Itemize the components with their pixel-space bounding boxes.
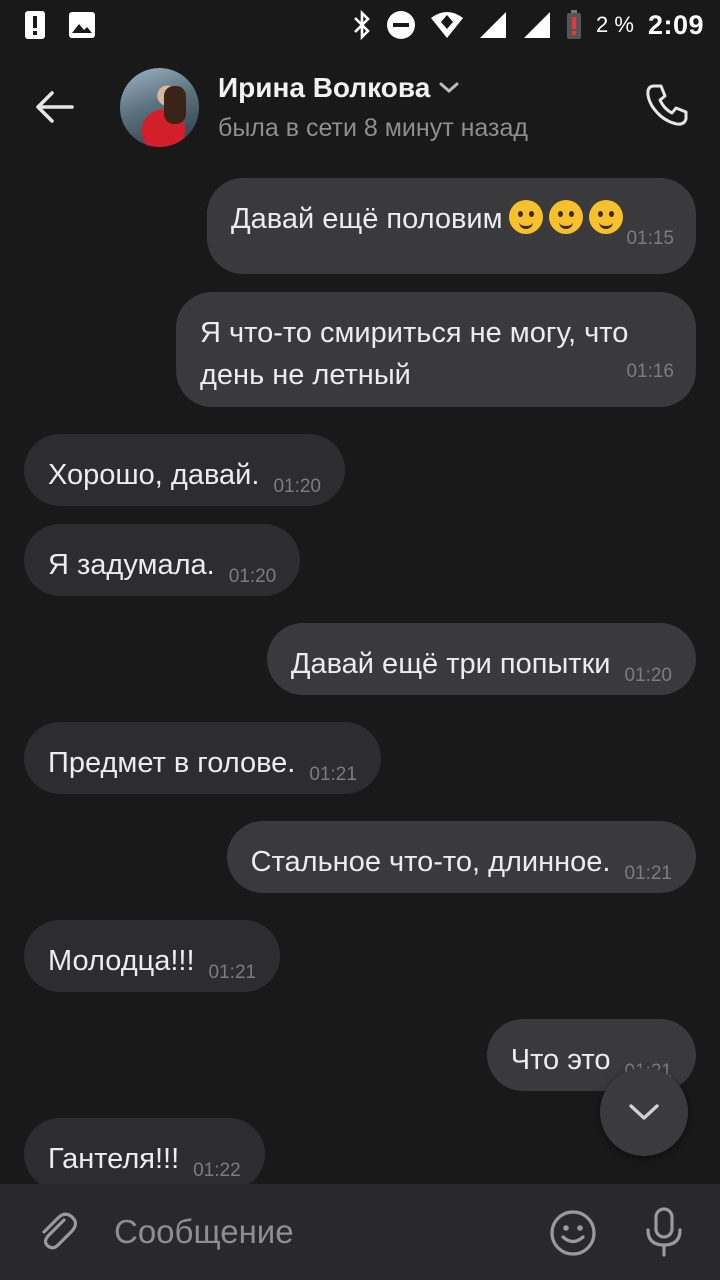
message-bubble-incoming[interactable]: Хорошо, давай. 01:20 — [24, 434, 345, 506]
chat-header: Ирина Волкова была в сети 8 минут назад — [0, 56, 720, 162]
battery-percent: 2 % — [596, 12, 634, 37]
message-text: Давай ещё три попытки — [290, 648, 611, 680]
microphone-icon[interactable] — [640, 1206, 688, 1258]
avatar[interactable] — [120, 68, 199, 147]
message-time: 01:20 — [624, 665, 672, 686]
message-text: Гантеля!!! — [48, 1143, 180, 1175]
message-bubble-outgoing[interactable]: Давай ещё половим 01:15 — [207, 178, 696, 274]
image-icon — [69, 12, 95, 38]
message-time: 01:20 — [228, 566, 277, 587]
battery-low-icon — [567, 10, 582, 39]
thinking-face-icon — [548, 200, 583, 234]
clock: 2:09 — [647, 9, 704, 40]
chevron-down-icon — [629, 1104, 659, 1120]
message-input[interactable] — [114, 1206, 514, 1258]
smiley-icon[interactable] — [548, 1208, 598, 1258]
message-bubble-outgoing[interactable]: Я что-то смириться не могу, что день не … — [176, 292, 696, 407]
message-list[interactable]: Давай ещё половим 01:15 Я что-то смирить… — [0, 176, 720, 1184]
dnd-icon — [387, 11, 416, 39]
message-text: Я задумала. — [48, 549, 215, 581]
wifi-icon — [431, 12, 464, 38]
message-text: Давай ещё половим — [231, 203, 503, 235]
paperclip-icon[interactable] — [34, 1208, 82, 1256]
message-time: 01:20 — [273, 476, 321, 497]
chevron-down-icon[interactable] — [438, 81, 460, 95]
message-time: 01:21 — [309, 764, 357, 785]
back-arrow-icon[interactable] — [30, 82, 80, 132]
message-text: Молодца!!! — [48, 945, 195, 977]
message-bubble-incoming[interactable]: Гантеля!!! 01:22 — [24, 1118, 265, 1184]
message-text: Что это — [510, 1044, 611, 1076]
signal-icon — [480, 12, 507, 38]
upside-down-face-icon — [508, 200, 543, 234]
last-seen-status: была в сети 8 минут назад — [218, 114, 528, 142]
message-time: 01:22 — [193, 1160, 241, 1181]
message-text: Стальное что-то, длинное. — [250, 846, 611, 878]
bluetooth-icon — [354, 10, 370, 40]
message-text: Хорошо, давай. — [48, 459, 260, 491]
rofl-face-icon — [588, 200, 623, 234]
message-composer — [0, 1184, 720, 1280]
alert-icon — [25, 11, 45, 39]
phone-icon[interactable] — [642, 80, 692, 130]
contact-name-text: Ирина Волкова — [218, 72, 431, 103]
message-text: Предмет в голове. — [48, 747, 296, 779]
message-bubble-incoming[interactable]: Молодца!!! 01:21 — [24, 920, 281, 992]
contact-name[interactable]: Ирина Волкова — [218, 72, 460, 104]
signal-icon-2 — [524, 12, 551, 38]
message-time: 01:16 — [626, 361, 674, 382]
status-bar: 2 % 2:09 — [0, 0, 720, 50]
message-bubble-incoming[interactable]: Предмет в голове. 01:21 — [24, 722, 381, 794]
message-text: Я что-то смириться не могу, что день не … — [200, 317, 629, 391]
message-bubble-outgoing[interactable]: Стальное что-то, длинное. 01:21 — [226, 821, 696, 893]
scroll-down-button[interactable] — [600, 1068, 688, 1156]
message-time: 01:21 — [624, 863, 672, 884]
message-bubble-incoming[interactable]: Я задумала. 01:20 — [24, 524, 301, 596]
message-time: 01:15 — [626, 228, 674, 249]
message-time: 01:21 — [208, 962, 257, 983]
message-bubble-outgoing[interactable]: Давай ещё три попытки 01:20 — [266, 623, 696, 695]
